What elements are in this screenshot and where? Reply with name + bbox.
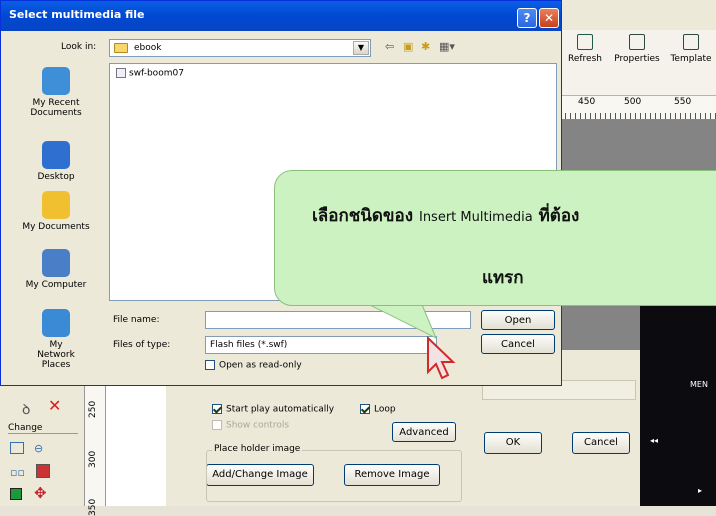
callout-line-2: แทรก xyxy=(482,268,524,288)
callout-line-1: เลือกชนิดของ Insert Multimedia ที่ต้อง xyxy=(312,202,579,229)
mouse-cursor-icon xyxy=(427,336,456,380)
callout-thai-b: ที่ต้อง xyxy=(538,206,580,226)
callout-english: Insert Multimedia xyxy=(418,210,533,225)
callout-thai-a: เลือกชนิดของ xyxy=(312,206,414,226)
